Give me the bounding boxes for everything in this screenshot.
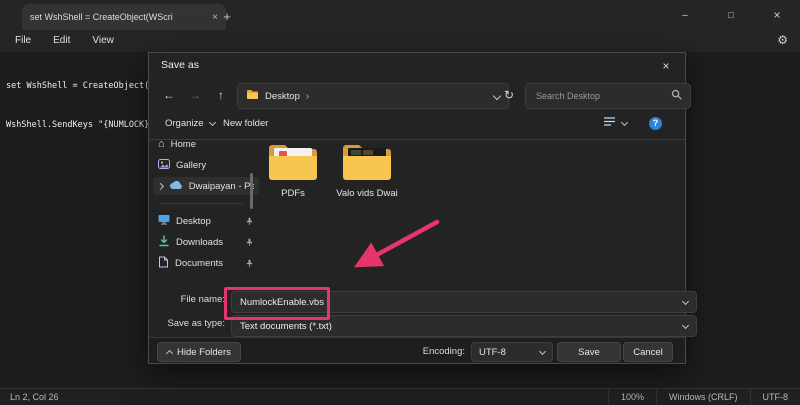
file-name-value: NumlockEnable.vbs: [240, 297, 324, 308]
dialog-title: Save as: [161, 59, 199, 71]
new-folder-button[interactable]: New folder: [217, 113, 274, 133]
sidebar-item-downloads[interactable]: Downloads: [153, 233, 259, 251]
save-button[interactable]: Save: [557, 342, 621, 362]
encoding-dropdown[interactable]: UTF-8: [471, 342, 553, 362]
sidebar-scrollbar[interactable]: [250, 173, 253, 209]
chevron-right-icon[interactable]: [157, 183, 164, 190]
menu-view[interactable]: View: [81, 32, 125, 50]
gallery-icon: [158, 158, 170, 173]
breadcrumb-location[interactable]: Desktop: [265, 91, 300, 102]
sidebar-item-label: Downloads: [176, 237, 223, 248]
downloads-icon: [158, 235, 170, 250]
minimize-button[interactable]: –: [662, 0, 708, 30]
sidebar-item-documents[interactable]: Documents: [153, 254, 259, 272]
file-name-label: File name:: [149, 294, 225, 305]
organize-button[interactable]: Organize: [159, 113, 221, 133]
pin-icon: [245, 238, 254, 247]
new-tab-button[interactable]: +: [218, 7, 236, 25]
settings-gear-icon[interactable]: ⚙: [777, 33, 788, 47]
folder-icon: [341, 141, 393, 186]
breadcrumb[interactable]: Desktop ›: [237, 83, 509, 109]
chevron-down-icon: [621, 118, 628, 125]
cursor-position: Ln 2, Col 26: [0, 392, 69, 402]
notepad-tab[interactable]: set WshShell = CreateObject(WScri ×: [22, 4, 226, 30]
search-box: [525, 83, 691, 109]
folder-icon: [267, 141, 319, 186]
sidebar-item-label: Home: [171, 139, 196, 150]
sidebar-item-label: Documents: [175, 258, 223, 269]
divider: [159, 203, 243, 204]
save-type-value: Text documents (*.txt): [240, 321, 332, 332]
pin-icon: [245, 217, 254, 226]
hide-folders-button[interactable]: Hide Folders: [157, 342, 241, 362]
organize-label: Organize: [165, 118, 204, 129]
encoding-label: Encoding:: [389, 346, 465, 357]
chevron-down-icon: [209, 118, 216, 125]
sidebar-item-label: Desktop: [176, 216, 211, 227]
dropdown-chevron-icon[interactable]: [682, 297, 689, 304]
view-options-button[interactable]: [597, 113, 633, 133]
menubar: File Edit View: [0, 30, 800, 52]
chevron-up-icon: [166, 350, 173, 357]
encoding-status: UTF-8: [750, 389, 800, 405]
breadcrumb-folder-icon: [246, 89, 259, 103]
save-as-dialog: Save as × ← → ↑ Desktop › ↻ Organize Ne: [148, 52, 686, 364]
sidebar-item-label: Gallery: [176, 160, 206, 171]
sidebar-item-desktop[interactable]: Desktop: [153, 212, 259, 230]
home-icon: ⌂: [158, 138, 165, 150]
folder-item-pdfs[interactable]: PDFs: [261, 141, 325, 199]
close-button[interactable]: ×: [754, 0, 800, 30]
folder-item-valo-vids[interactable]: Valo vids Dwai: [335, 141, 399, 199]
cancel-button[interactable]: Cancel: [623, 342, 673, 362]
up-button[interactable]: ↑: [209, 83, 233, 107]
dropdown-chevron-icon[interactable]: [682, 321, 689, 328]
folder-label: PDFs: [281, 188, 305, 199]
breadcrumb-separator: ›: [306, 91, 309, 102]
search-input[interactable]: [534, 90, 671, 102]
maximize-button[interactable]: □: [708, 0, 754, 30]
titlebar: set WshShell = CreateObject(WScri × + – …: [0, 0, 800, 30]
sidebar-item-home[interactable]: ⌂ Home: [153, 135, 259, 153]
document-icon: [158, 256, 169, 271]
encoding-value: UTF-8: [479, 347, 506, 358]
refresh-button[interactable]: ↻: [497, 83, 521, 107]
menu-edit[interactable]: Edit: [42, 32, 81, 50]
hide-folders-label: Hide Folders: [177, 347, 231, 358]
pin-icon: [245, 259, 254, 268]
folder-label: Valo vids Dwai: [336, 188, 398, 199]
zoom-level: 100%: [608, 389, 656, 405]
help-button[interactable]: ?: [643, 113, 668, 133]
statusbar: Ln 2, Col 26 100% Windows (CRLF) UTF-8: [0, 388, 800, 405]
save-type-label: Save as type:: [149, 318, 225, 329]
new-folder-label: New folder: [223, 118, 268, 129]
search-icon: [671, 89, 682, 103]
view-options-icon: [603, 116, 616, 130]
dialog-close-button[interactable]: ×: [647, 53, 685, 79]
desktop-icon: [158, 214, 170, 228]
dropdown-chevron-icon[interactable]: [539, 347, 546, 354]
line-ending: Windows (CRLF): [656, 389, 750, 405]
tab-title: set WshShell = CreateObject(WScri: [30, 12, 206, 22]
sidebar-item-gallery[interactable]: Gallery: [153, 156, 259, 174]
sidebar-item-label: Dwaipayan - Per: [189, 181, 254, 192]
help-icon: ?: [649, 117, 662, 130]
file-name-input[interactable]: NumlockEnable.vbs: [231, 291, 697, 313]
forward-button[interactable]: →: [183, 83, 207, 107]
save-type-dropdown[interactable]: Text documents (*.txt): [231, 315, 697, 337]
back-button[interactable]: ←: [157, 83, 181, 107]
sidebar-item-onedrive[interactable]: Dwaipayan - Per: [153, 177, 259, 195]
menu-file[interactable]: File: [4, 32, 42, 50]
cloud-icon: [169, 180, 183, 193]
